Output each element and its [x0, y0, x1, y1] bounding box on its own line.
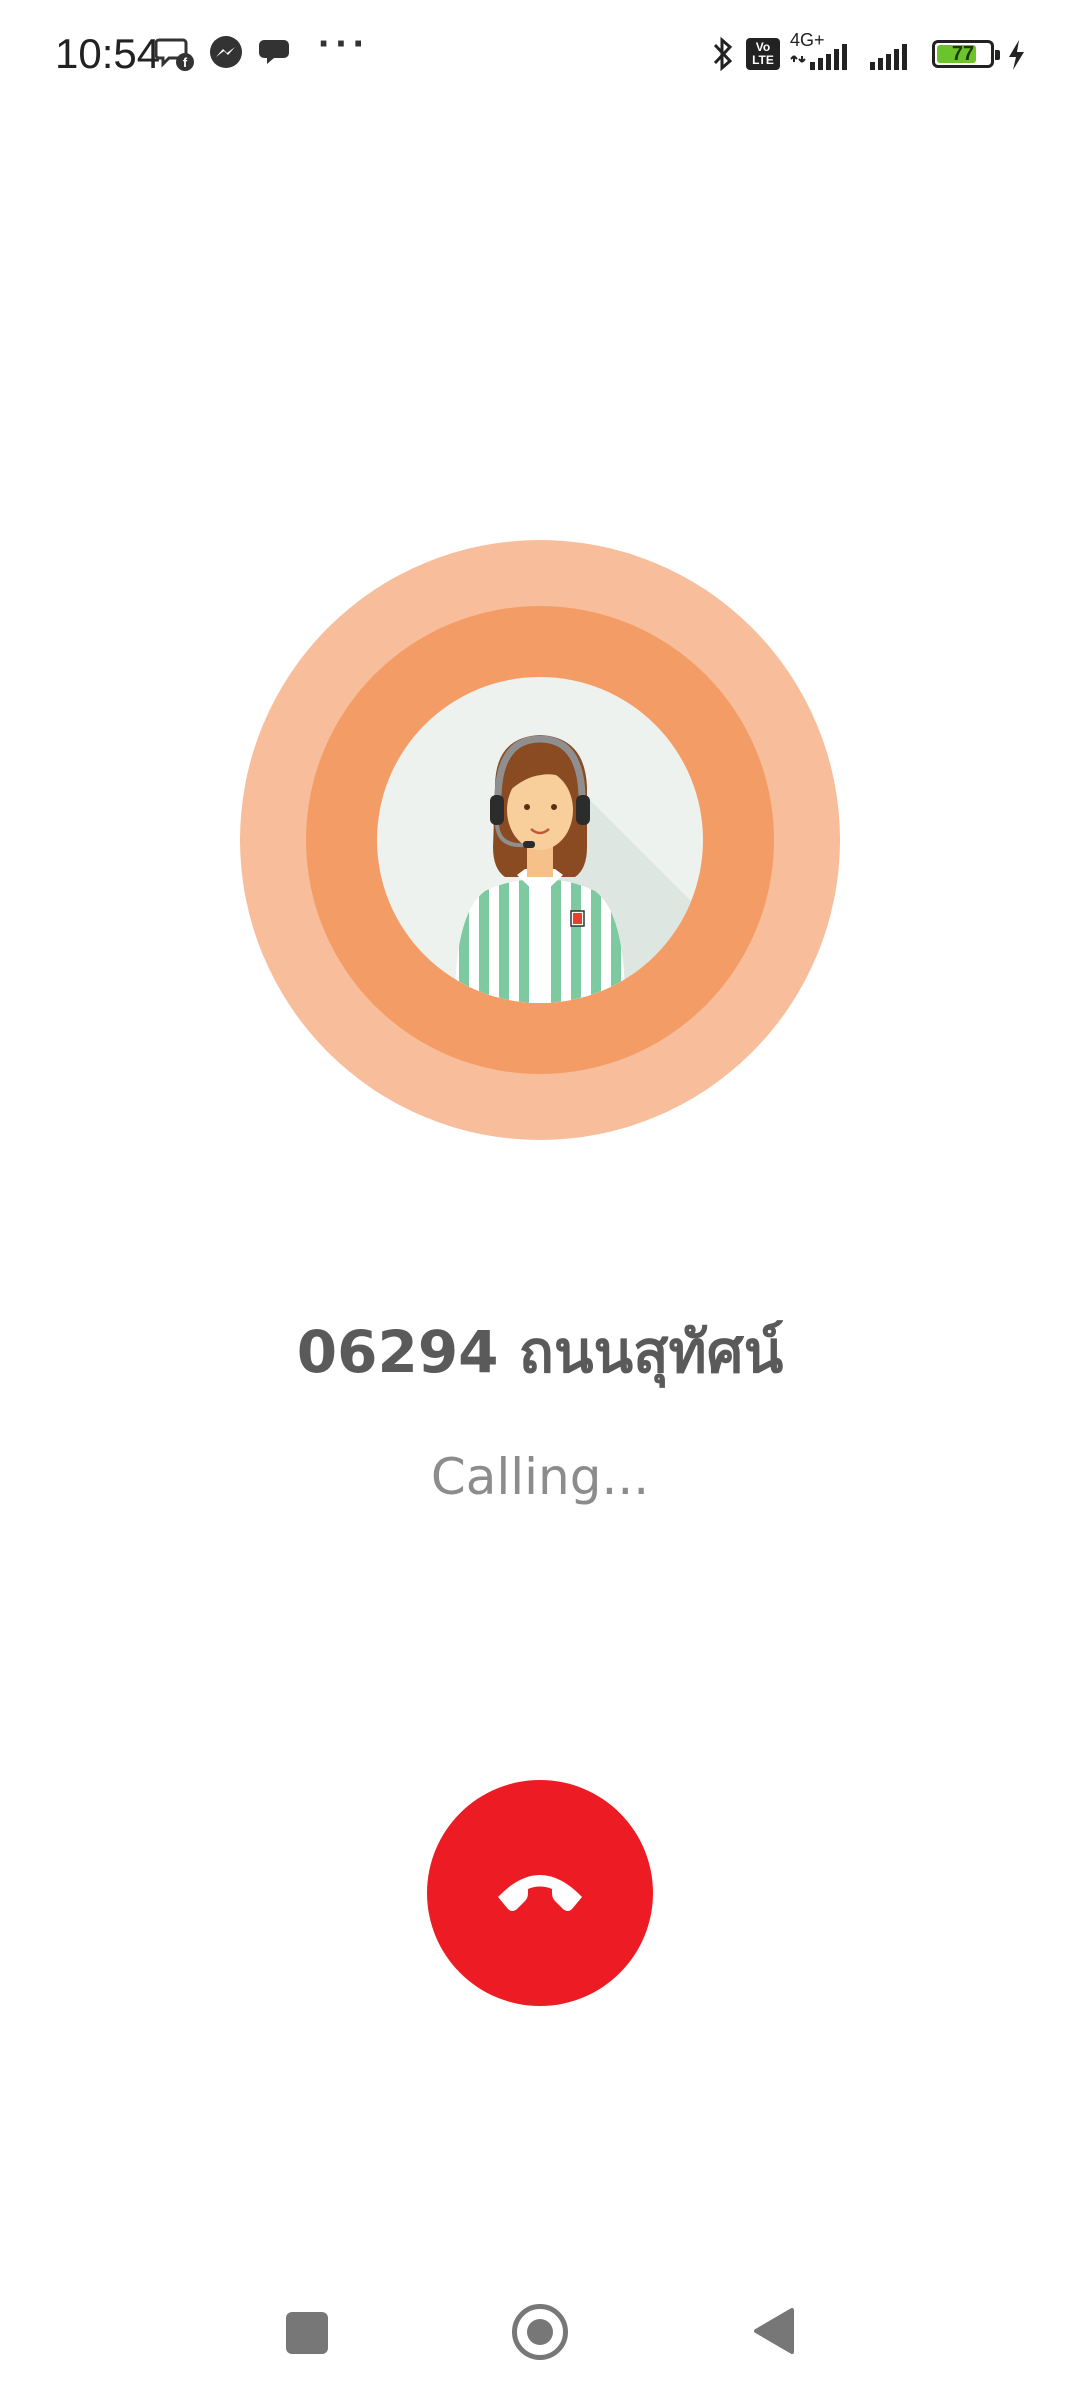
- end-call-button[interactable]: [427, 1780, 653, 2006]
- signal-icon: [870, 44, 907, 70]
- home-button[interactable]: [512, 2304, 568, 2360]
- end-call-icon: [498, 1875, 582, 1911]
- back-button[interactable]: [752, 2306, 796, 2356]
- status-bar: 10:54 f ··· Vo LTE 4G+ 77: [0, 0, 1080, 110]
- charging-icon: [1009, 40, 1024, 70]
- messenger-icon: [210, 36, 242, 68]
- callee-name: 06294 ถนนสุทัศน์: [296, 1318, 784, 1386]
- svg-text:f: f: [183, 55, 188, 70]
- chat-facebook-icon: f: [155, 38, 194, 71]
- battery-level: 77: [951, 42, 975, 65]
- volte-icon: Vo LTE: [746, 38, 780, 70]
- call-status: Calling...: [430, 1448, 650, 1506]
- status-time: 10:54: [55, 30, 161, 77]
- operator-headset-avatar-icon: [377, 677, 703, 1003]
- home-circle-icon: [527, 2319, 553, 2345]
- bluetooth-icon: [713, 36, 733, 72]
- recents-button[interactable]: [286, 2312, 328, 2354]
- call-screen: 10:54 f ··· Vo LTE 4G+ 77 06294 ถนนสุทัศ…: [0, 0, 1080, 2400]
- more-notifications-icon: ···: [318, 22, 370, 66]
- signal-4g-icon: [790, 44, 847, 70]
- battery-icon: 77: [932, 40, 1000, 68]
- speech-bubble-icon: [259, 40, 289, 64]
